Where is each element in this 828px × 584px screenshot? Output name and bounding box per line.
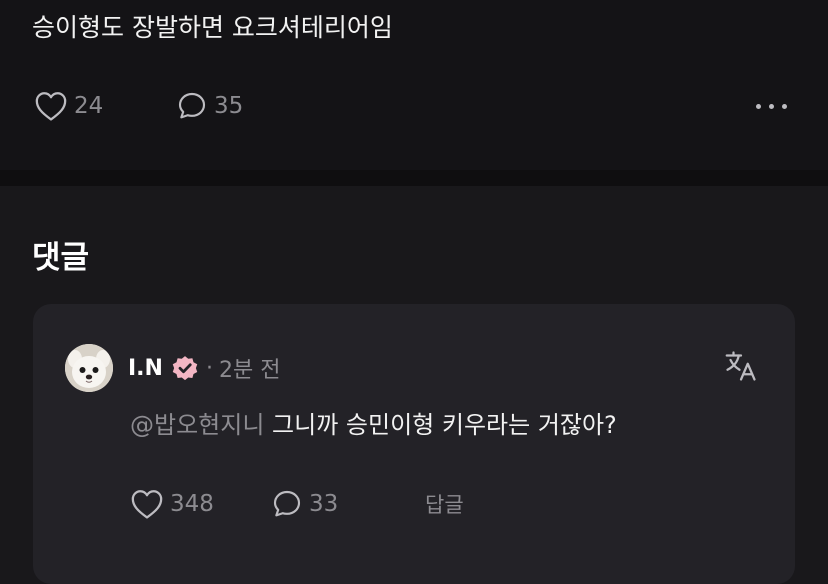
- post-comment-count: 35: [214, 93, 244, 119]
- comment-reply-count: 33: [309, 491, 339, 517]
- comment-author[interactable]: I.N: [128, 356, 163, 381]
- puppy-avatar: [65, 344, 113, 392]
- comment-like-button[interactable]: 348: [130, 488, 214, 520]
- more-dot: [782, 104, 787, 109]
- post-comment-button[interactable]: 35: [176, 90, 243, 122]
- post-text: 승이형도 장발하면 요크셔테리어임: [32, 13, 393, 42]
- comment-mention[interactable]: @밥오현지니: [130, 411, 264, 439]
- more-dot: [756, 104, 761, 109]
- heart-outline-icon: [131, 490, 163, 519]
- more-dot: [769, 104, 774, 109]
- comment-body: @밥오현지니 그니까 승민이형 키우라는 거잖아?: [130, 408, 617, 442]
- translate-icon: [725, 351, 756, 381]
- comment-header: I.N · 2분 전: [128, 352, 280, 384]
- translate-button[interactable]: [723, 348, 759, 388]
- comments-title: 댓글: [32, 240, 90, 276]
- speech-bubble-icon: [273, 490, 301, 517]
- post-like-button[interactable]: 24: [34, 90, 103, 122]
- comment-card: I.N · 2분 전 @밥오현지니 그니까 승민이형 키우라는 거잖아? 348: [33, 304, 795, 584]
- comment-separator: ·: [205, 355, 213, 381]
- avatar[interactable]: [65, 344, 113, 392]
- reply-button[interactable]: 답글: [425, 488, 464, 522]
- verified-badge-icon: [172, 356, 198, 381]
- heart-outline-icon: [35, 92, 67, 121]
- comment-like-count: 348: [170, 491, 214, 517]
- post-like-count: 24: [74, 93, 104, 119]
- speech-bubble-icon: [178, 92, 206, 119]
- post: 승이형도 장발하면 요크셔테리어임 24 35: [0, 0, 828, 170]
- comment-time: 2분 전: [218, 358, 281, 383]
- section-divider: [0, 170, 828, 186]
- comment-reply-count-button[interactable]: 33: [271, 488, 338, 520]
- comment-text: 그니까 승민이형 키우라는 거잖아?: [272, 411, 617, 439]
- more-dots-icon[interactable]: [756, 104, 787, 109]
